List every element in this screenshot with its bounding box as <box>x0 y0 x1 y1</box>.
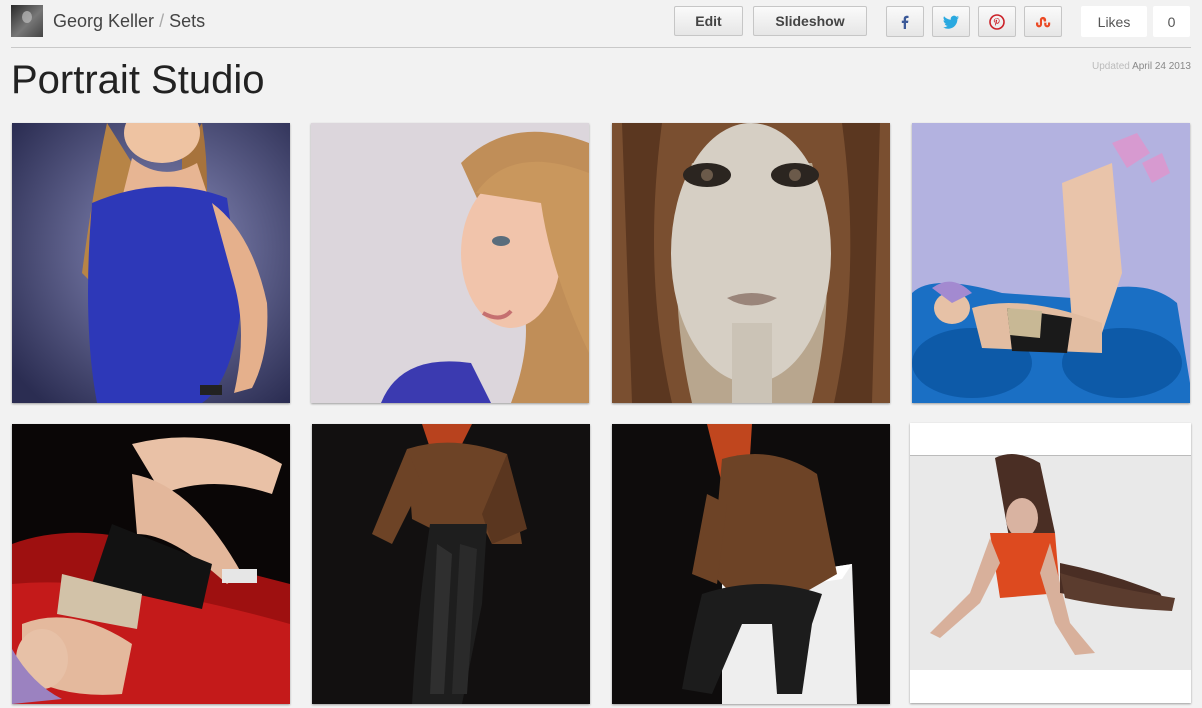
twitter-share-button[interactable] <box>932 6 970 37</box>
twitter-icon <box>943 15 959 29</box>
updated-date-value: April 24 2013 <box>1132 61 1191 72</box>
top-bar: Georg Keller / Sets Edit Slideshow Likes 0 <box>0 0 1202 46</box>
photo-face-closeup[interactable] <box>612 123 890 403</box>
photo-blue-chair[interactable] <box>912 123 1190 403</box>
updated-date: Updated April 24 2013 <box>1092 61 1191 72</box>
photo-blue-chair-image <box>912 123 1190 403</box>
photo-profile-image <box>311 123 589 403</box>
header-divider <box>11 47 1191 48</box>
breadcrumb: Georg Keller / Sets <box>53 11 205 32</box>
photo-leather-pants-standing-image <box>312 424 590 704</box>
edit-button[interactable]: Edit <box>674 6 743 36</box>
slideshow-button[interactable]: Slideshow <box>753 6 867 36</box>
photo-face-closeup-image <box>612 123 890 403</box>
photo-leather-pants-standing[interactable] <box>312 424 590 704</box>
likes-button[interactable]: Likes <box>1081 6 1147 37</box>
breadcrumb-separator: / <box>159 11 165 31</box>
updated-prefix: Updated <box>1092 61 1130 72</box>
pinterest-icon <box>989 13 1005 30</box>
photo-leather-pants-sitting-image <box>612 424 890 704</box>
pinterest-share-button[interactable] <box>978 6 1016 37</box>
breadcrumb-sets-link[interactable]: Sets <box>169 11 205 31</box>
photo-rose-petals-image <box>12 424 290 704</box>
photo-floor-pose-image <box>910 423 1191 703</box>
likes-count: 0 <box>1153 6 1190 37</box>
photo-leather-pants-sitting[interactable] <box>612 424 890 704</box>
photo-profile-portrait[interactable] <box>311 123 589 403</box>
facebook-share-button[interactable] <box>886 6 924 37</box>
page-title: Portrait Studio <box>11 58 265 102</box>
facebook-icon <box>901 15 909 29</box>
stumbleupon-icon <box>1036 16 1051 27</box>
photo-blue-top-image <box>12 123 290 403</box>
photo-blue-top-portrait[interactable] <box>12 123 290 403</box>
avatar[interactable] <box>11 5 43 37</box>
photo-floor-pose[interactable] <box>910 423 1191 703</box>
breadcrumb-user-link[interactable]: Georg Keller <box>53 11 154 31</box>
stumbleupon-share-button[interactable] <box>1024 6 1062 37</box>
photo-rose-petals[interactable] <box>12 424 290 704</box>
